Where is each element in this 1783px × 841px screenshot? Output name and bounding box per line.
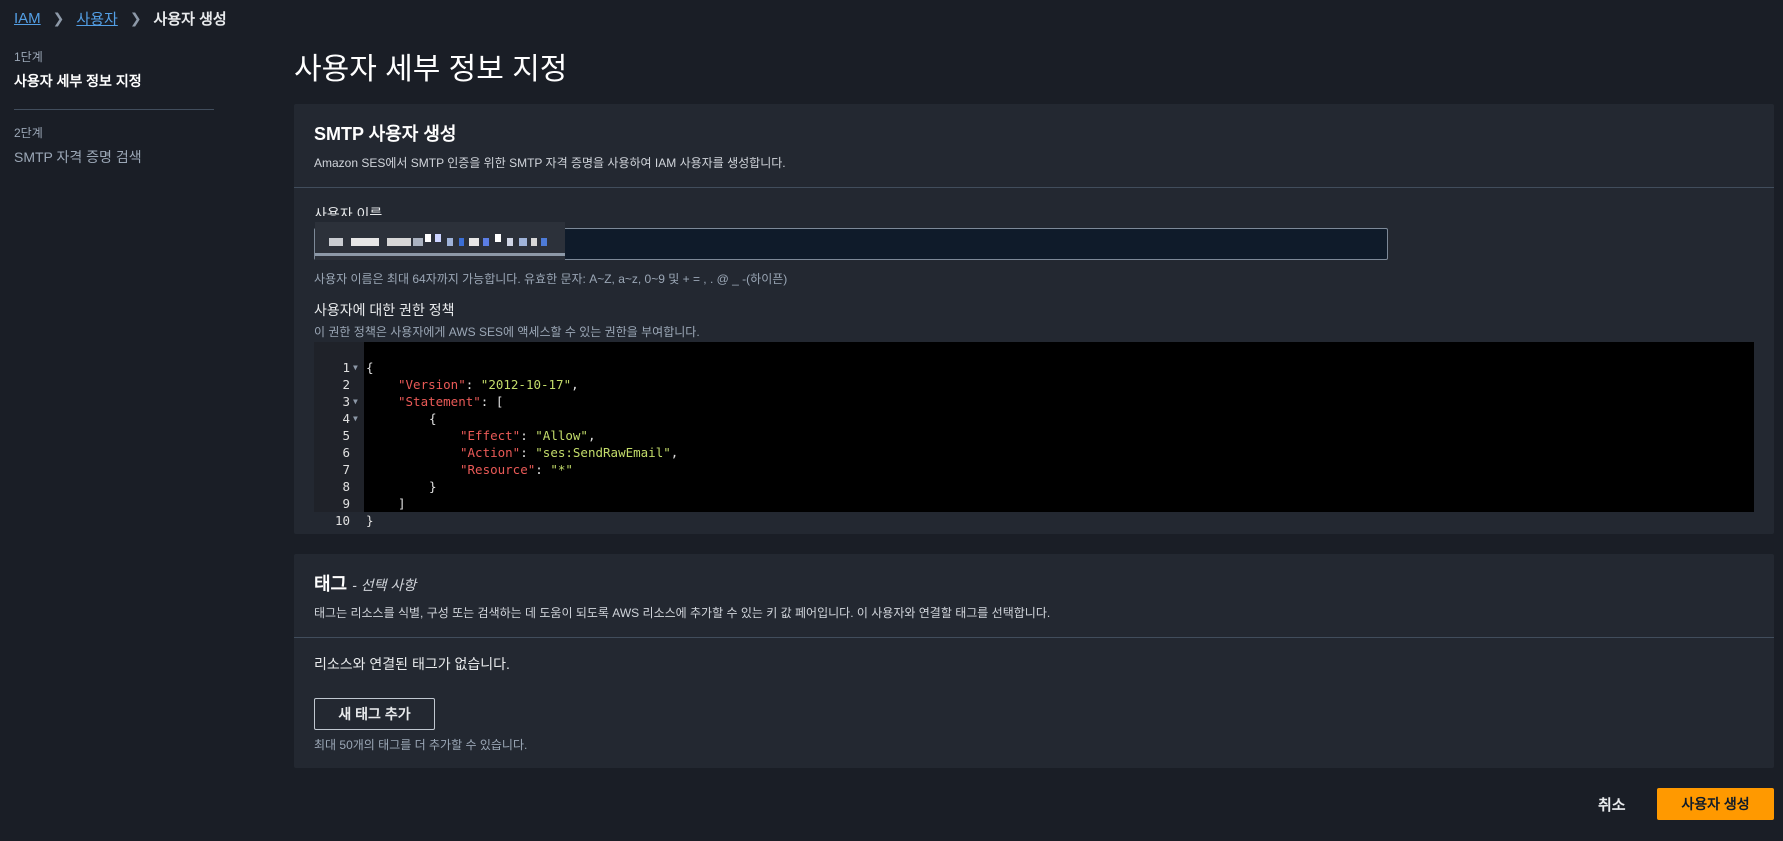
code-line: 10}: [334, 513, 374, 528]
tags-panel-header: 태그 - 선택 사항 태그는 리소스를 식별, 구성 또는 검색하는 데 도움이…: [294, 554, 1774, 638]
smtp-panel-header: SMTP 사용자 생성 Amazon SES에서 SMTP 인증을 위한 SMT…: [294, 104, 1774, 188]
breadcrumb-link-iam[interactable]: IAM: [14, 10, 41, 27]
code-line: 5 "Effect": "Allow",: [342, 428, 596, 443]
code-line: 7 "Resource": "*": [342, 462, 573, 477]
tag-limit-hint: 최대 50개의 태그를 더 추가할 수 있습니다.: [314, 738, 528, 752]
smtp-panel-description: Amazon SES에서 SMTP 인증을 위한 SMTP 자격 증명을 사용하…: [314, 156, 786, 170]
step-divider: [14, 109, 214, 110]
step-1-title: 사용자 세부 정보 지정: [14, 73, 142, 89]
step-2-number: 2단계: [14, 126, 43, 140]
code-line: 6 "Action": "ses:SendRawEmail",: [342, 445, 679, 460]
smtp-user-panel: SMTP 사용자 생성 Amazon SES에서 SMTP 인증을 위한 SMT…: [294, 104, 1774, 534]
add-tag-button[interactable]: 새 태그 추가: [314, 698, 435, 730]
chevron-right-icon: ❯: [52, 10, 65, 26]
code-line: 4 ▼{: [342, 411, 437, 426]
tags-panel-title: 태그 - 선택 사항: [314, 574, 417, 594]
tags-panel-description: 태그는 리소스를 식별, 구성 또는 검색하는 데 도움이 되도록 AWS 리소…: [314, 606, 1051, 620]
policy-hint: 이 권한 정책은 사용자에게 AWS SES에 액세스할 수 있는 권한을 부여…: [314, 325, 700, 339]
chevron-right-icon: ❯: [129, 10, 142, 26]
redacted-username-value: [315, 222, 565, 260]
cancel-button[interactable]: 취소: [1598, 794, 1626, 815]
breadcrumb-link-users[interactable]: 사용자: [76, 8, 117, 29]
policy-label: 사용자에 대한 권한 정책: [314, 302, 455, 318]
username-hint: 사용자 이름은 최대 64자까지 가능합니다. 유효한 문자: A~Z, a~z…: [314, 272, 788, 286]
breadcrumb: IAM ❯ 사용자 ❯ 사용자 생성: [14, 8, 227, 29]
tags-panel: 태그 - 선택 사항 태그는 리소스를 식별, 구성 또는 검색하는 데 도움이…: [294, 554, 1774, 768]
code-line: 8}: [342, 479, 437, 494]
code-line: 1 ▼{: [342, 360, 374, 375]
step-1-number: 1단계: [14, 50, 43, 64]
policy-code-editor[interactable]: 1 ▼{ 2 "Version": "2012-10-17", 3 ▼ "Stateme…: [314, 342, 1754, 528]
code-line: 3 ▼ "Statement": [: [342, 394, 504, 409]
page-title: 사용자 세부 정보 지정: [294, 53, 568, 86]
step-2-title: SMTP 자격 증명 검색: [14, 149, 142, 165]
no-tags-text: 리소스와 연결된 태그가 없습니다.: [314, 656, 510, 672]
breadcrumb-current: 사용자 생성: [153, 11, 227, 28]
code-line: 2 "Version": "2012-10-17",: [342, 377, 579, 392]
wizard-steps: 1단계 사용자 세부 정보 지정 2단계 SMTP 자격 증명 검색: [14, 48, 214, 167]
optional-label: - 선택 사항: [352, 577, 417, 593]
username-label: 사용자 이름: [314, 206, 383, 216]
code-line: 9]: [342, 496, 406, 511]
create-user-button[interactable]: 사용자 생성: [1657, 788, 1774, 820]
smtp-panel-title: SMTP 사용자 생성: [314, 124, 457, 144]
